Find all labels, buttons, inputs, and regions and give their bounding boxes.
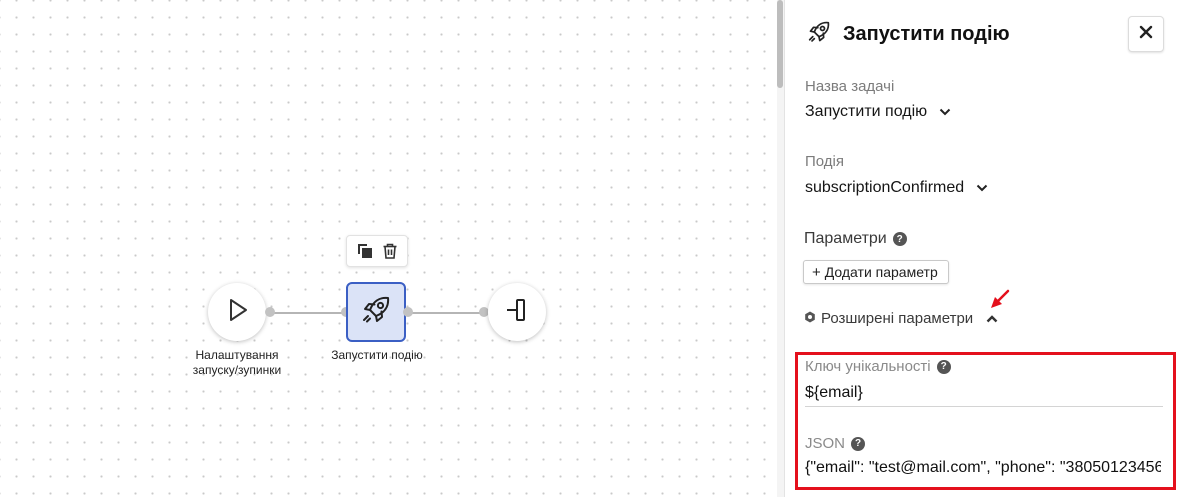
- uniqueness-key-input[interactable]: [805, 380, 1163, 407]
- event-select[interactable]: subscriptionConfirmed: [805, 179, 988, 197]
- annotation-arrow-icon: [988, 289, 1012, 318]
- parameters-label: Параметри ?: [804, 230, 907, 248]
- advanced-params-toggle[interactable]: Розширені параметри: [804, 310, 998, 327]
- canvas-scrollbar-thumb[interactable]: [777, 0, 783, 88]
- close-button[interactable]: [1128, 16, 1164, 52]
- uniqueness-key-label-text: Ключ унікальності: [805, 358, 931, 375]
- panel-header: Запустити подію: [805, 16, 1010, 52]
- help-icon[interactable]: ?: [892, 232, 907, 246]
- panel-title: Запустити подію: [843, 22, 1010, 45]
- json-input[interactable]: [805, 455, 1161, 481]
- workflow-canvas[interactable]: Налаштування запуску/зупинки Запустити п…: [0, 0, 777, 497]
- rocket-icon: [805, 18, 833, 51]
- parameters-label-text: Параметри: [804, 230, 887, 247]
- add-parameter-label: Додати параметр: [824, 264, 938, 280]
- edge-event-to-end: [408, 312, 484, 314]
- help-icon[interactable]: ?: [936, 359, 951, 374]
- start-node-label: Налаштування запуску/зупинки: [192, 348, 282, 377]
- start-node-port-out[interactable]: [265, 307, 275, 317]
- advanced-params-label: Розширені параметри: [821, 310, 974, 327]
- json-label: JSON ?: [805, 435, 866, 452]
- gear-icon: [804, 310, 816, 327]
- copy-icon[interactable]: [355, 241, 375, 261]
- event-label: Подія: [805, 153, 845, 170]
- add-parameter-button[interactable]: + Додати параметр: [803, 260, 949, 284]
- event-value: subscriptionConfirmed: [805, 179, 965, 196]
- task-settings-panel: Запустити подію Назва задачі Запустити п…: [785, 0, 1179, 497]
- help-icon[interactable]: ?: [851, 436, 866, 451]
- chevron-down-icon: [939, 108, 951, 116]
- close-icon: [1139, 25, 1153, 44]
- task-name-select[interactable]: Запустити подію: [805, 103, 951, 121]
- task-name-label: Назва задачі: [805, 78, 895, 95]
- uniqueness-key-label: Ключ унікальності ?: [805, 358, 951, 375]
- end-icon: [504, 297, 530, 328]
- start-node[interactable]: [208, 283, 266, 341]
- json-label-text: JSON: [805, 435, 846, 452]
- node-toolbar: [346, 235, 408, 267]
- plus-icon: +: [812, 263, 821, 281]
- play-icon: [224, 297, 250, 328]
- event-node-label: Запустити подію: [331, 348, 423, 362]
- trash-icon[interactable]: [380, 241, 400, 261]
- event-node-port-out[interactable]: [403, 307, 413, 317]
- end-node[interactable]: [488, 283, 546, 341]
- chevron-down-icon: [976, 184, 988, 192]
- edge-start-to-event: [270, 312, 346, 314]
- rocket-icon: [358, 292, 394, 333]
- task-name-value: Запустити подію: [805, 103, 928, 120]
- event-node[interactable]: [346, 282, 406, 342]
